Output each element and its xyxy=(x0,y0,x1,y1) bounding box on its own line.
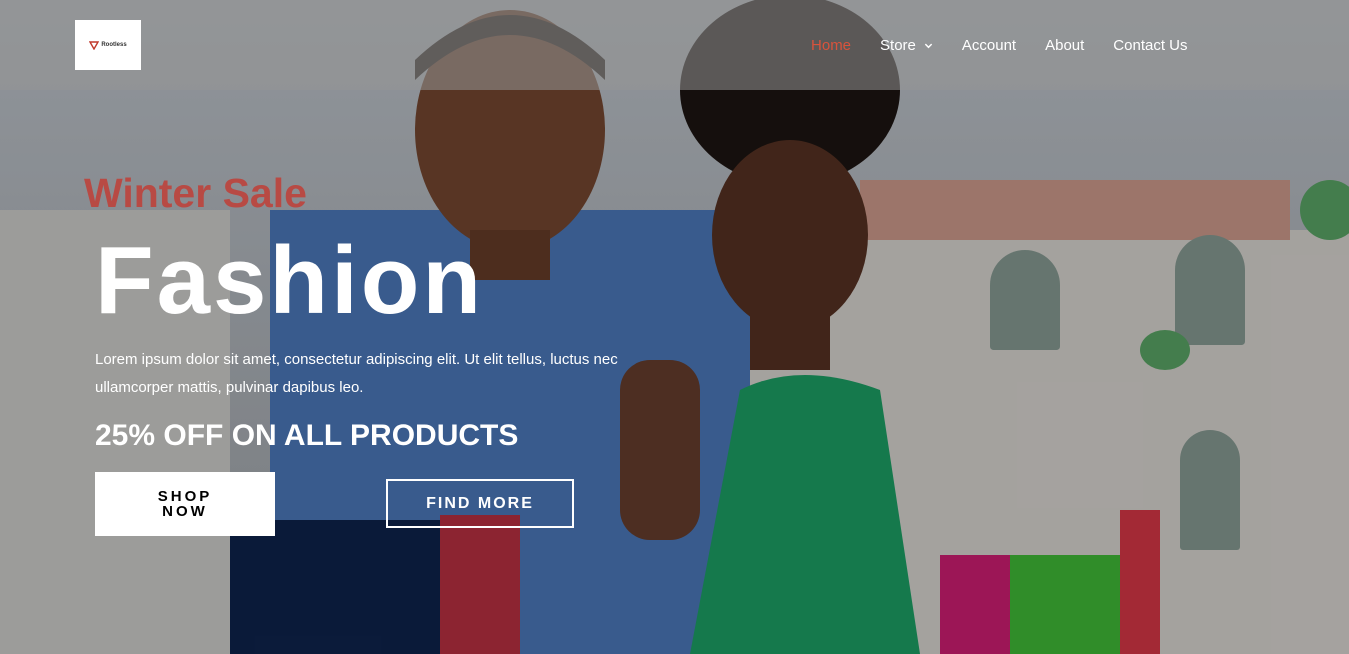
nav-item-label: Store xyxy=(880,36,916,54)
nav-item-contact-us[interactable]: Contact Us xyxy=(1099,37,1202,54)
logo-text: Rootless xyxy=(101,42,127,48)
nav-item-label: Home xyxy=(811,36,852,54)
hero-description: Lorem ipsum dolor sit amet, consectetur … xyxy=(95,351,618,396)
site-header: Rootless Home Store Account About Contac… xyxy=(0,0,1349,90)
nav-item-account[interactable]: Account xyxy=(947,37,1030,54)
main-nav: Home Store Account About Contact Us xyxy=(797,0,1202,90)
rootless-logo-mark-icon xyxy=(89,41,100,50)
shop-now-button[interactable]: SHOP NOW xyxy=(95,472,275,536)
nav-item-label: Account xyxy=(961,36,1017,54)
hero-headline: Fashion xyxy=(95,227,485,334)
nav-item-label: Contact Us xyxy=(1113,36,1188,54)
nav-item-about[interactable]: About xyxy=(1031,37,1099,54)
nav-item-label: About xyxy=(1045,36,1085,54)
nav-item-store[interactable]: Store xyxy=(866,37,948,54)
chevron-down-icon xyxy=(924,43,933,48)
find-more-button[interactable]: FIND MORE xyxy=(386,479,574,528)
promo-text: 25% OFF ON ALL PRODUCTS xyxy=(95,419,519,452)
hero-kicker: Winter Sale xyxy=(84,170,307,216)
site-logo[interactable]: Rootless xyxy=(75,20,141,70)
nav-item-home[interactable]: Home xyxy=(797,37,866,54)
